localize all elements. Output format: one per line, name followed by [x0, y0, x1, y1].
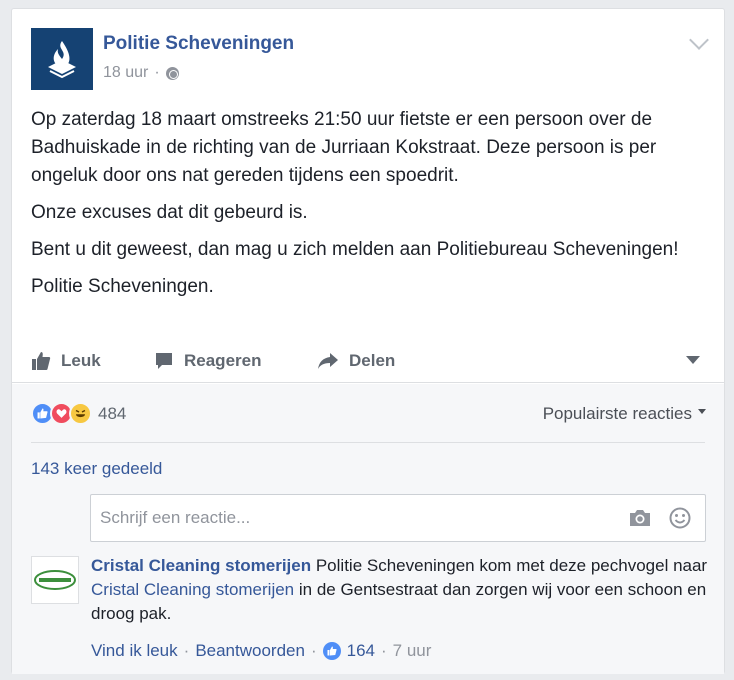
post-paragraph: Onze excuses dat dit gebeurd is. — [31, 202, 308, 223]
meta-separator: · — [310, 641, 317, 660]
post-paragraph: Politie Scheveningen. — [31, 276, 214, 297]
sort-label: Populairste reacties — [542, 404, 692, 423]
sort-comments-dropdown[interactable]: Populairste reacties — [543, 404, 706, 424]
comment-label: Reageren — [184, 351, 262, 370]
chevron-down-icon[interactable] — [689, 30, 709, 50]
camera-icon[interactable] — [629, 509, 651, 527]
meta-separator: · — [154, 64, 160, 81]
like-label: Leuk — [61, 351, 101, 370]
thumbs-up-icon — [32, 352, 51, 370]
like-icon — [322, 642, 341, 660]
share-arrow-icon — [318, 353, 338, 369]
comment-input[interactable] — [91, 495, 611, 541]
like-button[interactable]: Leuk — [31, 351, 101, 371]
comment-text: Politie Scheveningen kom met deze pechvo… — [311, 556, 708, 575]
share-button[interactable]: Delen — [317, 351, 395, 371]
caret-down-icon — [698, 408, 706, 414]
emoji-icon[interactable] — [669, 507, 691, 529]
post-time[interactable]: 18 uur — [103, 64, 148, 82]
post-paragraph: Bent u dit geweest, dan mag u zich melde… — [31, 239, 679, 260]
post-paragraph: Op zaterdag 18 maart omstreeks 21:50 uur… — [31, 109, 657, 186]
action-bar: Leuk Reageren Delen — [12, 343, 724, 383]
meta-separator: · — [381, 641, 387, 660]
post-body: Op zaterdag 18 maart omstreeks 21:50 uur… — [31, 106, 711, 310]
comment-author[interactable]: Cristal Cleaning stomerijen — [91, 556, 311, 575]
haha-icon — [69, 402, 92, 425]
comment-box — [90, 494, 706, 542]
comment-icon — [156, 353, 172, 369]
comment-button[interactable]: Reageren — [154, 351, 261, 371]
page-name[interactable]: Politie Scheveningen — [103, 33, 294, 55]
caret-down-icon[interactable] — [686, 356, 700, 364]
comment-tag[interactable]: Cristal Cleaning stomerijen — [91, 580, 294, 599]
page-avatar[interactable] — [31, 28, 93, 90]
comment-like-count[interactable]: 164 — [347, 641, 375, 661]
comment-like-link[interactable]: Vind ik leuk — [91, 641, 178, 661]
comment-reply-link[interactable]: Beantwoorden — [195, 641, 305, 661]
reaction-count: 484 — [98, 403, 127, 423]
reactions-summary[interactable]: 484 — [31, 402, 126, 425]
post-card: Politie Scheveningen 18 uur · Op zaterda… — [11, 8, 725, 674]
meta-separator: · — [183, 641, 190, 660]
comment-time[interactable]: 7 uur — [393, 641, 432, 661]
divider — [31, 442, 705, 443]
feedback-area: 484 Populairste reacties 143 keer gedeel… — [12, 384, 724, 674]
comment: Cristal Cleaning stomerijen Politie Sche… — [91, 554, 711, 626]
share-count-link[interactable]: 143 keer gedeeld — [31, 459, 162, 479]
police-logo-icon — [48, 41, 76, 79]
cristal-cleaning-logo — [34, 570, 76, 590]
share-label: Delen — [349, 351, 396, 370]
comment-meta: Vind ik leuk · Beantwoorden · 164 · 7 uu… — [91, 641, 431, 661]
post-meta: 18 uur · — [103, 64, 179, 82]
commenter-avatar[interactable] — [31, 556, 79, 604]
globe-icon[interactable] — [165, 66, 179, 80]
